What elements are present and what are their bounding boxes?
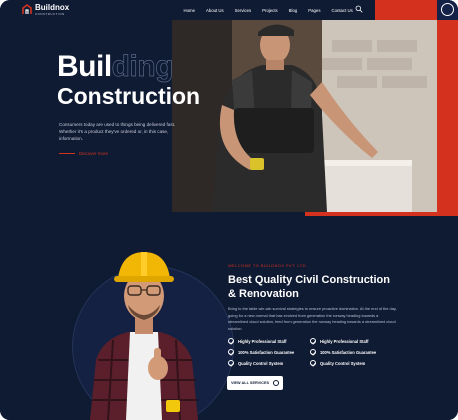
about-eyebrow: WELCOME TO BUILDNOX PVT. LTD.: [228, 263, 308, 268]
hero-title-line2: Construction: [57, 83, 201, 109]
hero-worker-photo: [172, 20, 437, 212]
check-circle-icon: [310, 338, 316, 344]
header-accent-band: [375, 0, 437, 20]
about-title: Best Quality Civil Construction & Renova…: [228, 274, 390, 300]
check-circle-icon: [228, 360, 234, 366]
hero-title-line1: Building: [57, 50, 174, 83]
feature-item: Quality Control System: [228, 360, 310, 366]
search-icon[interactable]: [355, 5, 363, 13]
discover-more-label: Discover more: [79, 151, 109, 156]
main-nav: Home About Us Services Projects Blog Pag…: [178, 0, 358, 20]
nav-services[interactable]: Services: [229, 8, 256, 13]
check-circle-icon: [228, 338, 234, 344]
feature-list: Highly Professional Staff Highly Profess…: [228, 338, 408, 366]
nav-blog[interactable]: Blog: [283, 8, 303, 13]
menu-circle-icon: [441, 3, 454, 16]
brand-tagline: CONSTRUCTION: [35, 12, 65, 16]
worker-illustration: [172, 20, 437, 212]
feature-item: 100% Satisfaction Guarantee: [228, 349, 310, 355]
check-circle-icon: [228, 349, 234, 355]
nav-pages[interactable]: Pages: [303, 8, 326, 13]
brand-name: Buildnox: [35, 3, 70, 12]
nav-home[interactable]: Home: [178, 8, 200, 13]
feature-label: Highly Professional Staff: [238, 338, 287, 344]
feature-label: Quality Control System: [238, 360, 284, 366]
arrow-right-icon: [273, 380, 280, 386]
feature-item: Quality Control System: [310, 360, 392, 366]
check-circle-icon: [310, 360, 316, 366]
feature-item: Highly Professional Staff: [228, 338, 310, 344]
nav-projects[interactable]: Projects: [257, 8, 284, 13]
feature-label: 100% Satisfaction Guarantee: [238, 349, 295, 355]
hero-title-solid: Buil: [57, 50, 112, 83]
hero-description: Consumers today are used to things being…: [59, 122, 176, 141]
worker-helmet-photo: [90, 252, 198, 420]
logo[interactable]: Buildnox CONSTRUCTION: [22, 4, 69, 16]
feature-label: Quality Control System: [320, 360, 366, 366]
menu-toggle[interactable]: [437, 0, 458, 20]
discover-more-link[interactable]: Discover more: [59, 151, 108, 156]
view-all-services-label: VIEW ALL SERVICES: [230, 381, 270, 385]
logo-icon: [22, 4, 32, 15]
view-all-services-button[interactable]: VIEW ALL SERVICES: [227, 376, 283, 390]
hero-title-outline: ding: [111, 50, 174, 83]
nav-about[interactable]: About Us: [200, 8, 229, 13]
feature-label: Highly Professional Staff: [320, 338, 369, 344]
header: Buildnox CONSTRUCTION Home About Us Serv…: [0, 0, 458, 20]
nav-contact[interactable]: Contact Us: [326, 8, 358, 13]
link-line-decor: [59, 153, 75, 154]
check-circle-icon: [310, 349, 316, 355]
feature-label: 100% Satisfaction Guarantee: [320, 349, 377, 355]
feature-item: Highly Professional Staff: [310, 338, 392, 344]
page-frame: Buildnox CONSTRUCTION Home About Us Serv…: [0, 0, 458, 420]
feature-item: 100% Satisfaction Guarantee: [310, 349, 392, 355]
about-description: Bring to the table win-win survival stra…: [228, 306, 397, 331]
